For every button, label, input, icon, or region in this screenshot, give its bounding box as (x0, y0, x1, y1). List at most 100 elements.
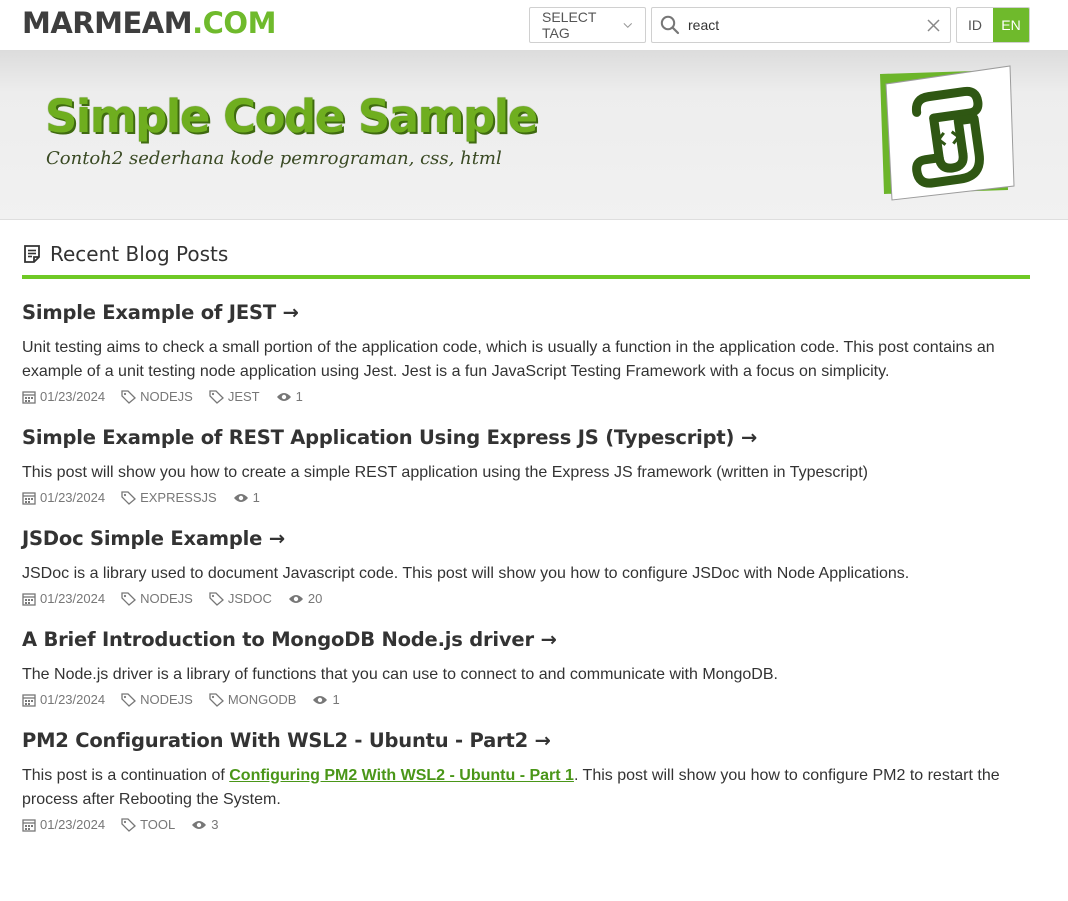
eye-icon (192, 820, 207, 829)
post-date: 01/23/2024 (22, 490, 105, 505)
tag-icon (121, 591, 137, 606)
tag-icon (209, 591, 224, 606)
post-tag-label: NODEJS (140, 591, 193, 606)
calendar-icon (22, 592, 36, 606)
post-tag-label: NODEJS (140, 692, 193, 707)
post-description: This post is a continuation of Configuri… (22, 764, 1030, 812)
tag-icon (209, 692, 224, 707)
post-tag[interactable]: NODEJS (121, 389, 193, 404)
post-views-count: 1 (252, 490, 260, 505)
post-tag[interactable]: NODEJS (121, 591, 193, 606)
tag-icon (121, 389, 137, 404)
post-views: 1 (276, 389, 303, 404)
post-tag[interactable]: JEST (209, 389, 260, 404)
tag-icon (121, 490, 137, 505)
post-date: 01/23/2024 (22, 692, 105, 707)
post-views: 1 (233, 490, 260, 505)
post-title-link[interactable]: Simple Example of REST Application Using… (22, 426, 757, 449)
post-title-link[interactable]: PM2 Configuration With WSL2 - Ubuntu - P… (22, 729, 551, 752)
post-views: 3 (191, 817, 218, 832)
post-date: 01/23/2024 (22, 817, 105, 832)
post-date-text: 01/23/2024 (40, 817, 106, 832)
post-date-text: 01/23/2024 (40, 490, 106, 505)
tag-icon (121, 692, 137, 707)
language-switcher: ID EN (956, 7, 1030, 43)
post-description-text: This post is a continuation of (22, 767, 230, 784)
main-content: Recent Blog Posts Simple Example of JEST… (0, 242, 1068, 832)
post-views: 1 (312, 692, 340, 707)
eye-icon (288, 594, 303, 603)
banner-title: Simple Code Sample (45, 90, 538, 143)
post-views-count: 3 (211, 817, 219, 832)
blog-post: Simple Example of JEST → Unit testing ai… (22, 301, 1030, 404)
logo-main: MARMEAM (22, 6, 193, 40)
eye-icon (233, 493, 248, 502)
top-bar: MARMEAM.COM SELECT TAG ID EN (0, 0, 1068, 50)
select-tag-label: SELECT TAG (542, 9, 597, 41)
calendar-icon (22, 390, 36, 404)
post-tag-label: NODEJS (140, 389, 193, 404)
post-views-count: 20 (307, 591, 323, 606)
post-date-text: 01/23/2024 (40, 389, 106, 404)
post-date: 01/23/2024 (22, 389, 105, 404)
post-description: The Node.js driver is a library of funct… (22, 666, 778, 683)
logo-dot: . (192, 6, 203, 40)
post-date-text: 01/23/2024 (40, 692, 106, 707)
post-description: Unit testing aims to check a small porti… (22, 339, 995, 380)
blog-post: Simple Example of REST Application Using… (22, 426, 1030, 505)
calendar-icon (22, 693, 36, 707)
search-box (651, 7, 951, 43)
post-date: 01/23/2024 (22, 591, 105, 606)
post-title-link[interactable]: JSDoc Simple Example → (22, 527, 285, 550)
code-scroll-logo-icon (880, 65, 1015, 201)
post-meta: 01/23/2024 NODEJS JSDOC 20 (22, 591, 1030, 606)
header-controls: SELECT TAG ID EN (529, 7, 1030, 43)
eye-icon (313, 695, 328, 704)
chevron-down-icon (623, 22, 633, 28)
post-tag[interactable]: JSDOC (209, 591, 272, 606)
post-meta: 01/23/2024 NODEJS MONGODB 1 (22, 692, 1030, 707)
search-icon (660, 15, 680, 35)
blog-post: JSDoc Simple Example → JSDoc is a librar… (22, 527, 1030, 606)
post-meta: 01/23/2024 EXPRESSJS 1 (22, 490, 1030, 505)
section-header: Recent Blog Posts (22, 242, 1030, 279)
post-title-link[interactable]: Simple Example of JEST → (22, 301, 299, 324)
lang-en-button[interactable]: EN (993, 8, 1029, 42)
post-tag[interactable]: NODEJS (121, 692, 193, 707)
post-meta: 01/23/2024 NODEJS JEST 1 (22, 389, 1030, 404)
post-tag-label: TOOL (140, 817, 176, 832)
tag-icon (121, 817, 137, 832)
post-views-count: 1 (332, 692, 340, 707)
post-tag-label: MONGODB (227, 692, 297, 707)
post-tag[interactable]: MONGODB (209, 692, 297, 707)
related-post-link[interactable]: Configuring PM2 With WSL2 - Ubuntu - Par… (229, 767, 574, 784)
section-title: Recent Blog Posts (50, 242, 229, 266)
post-tag-label: JEST (227, 389, 260, 404)
clear-search-icon[interactable] (927, 18, 940, 32)
post-description: This post will show you how to create a … (22, 464, 868, 481)
post-views-count: 1 (295, 389, 303, 404)
post-tag-label: EXPRESSJS (140, 490, 217, 505)
post-date-text: 01/23/2024 (40, 591, 106, 606)
site-logo[interactable]: MARMEAM. COM (22, 6, 276, 40)
eye-icon (276, 392, 291, 401)
logo-tld: COM (202, 6, 277, 40)
post-title-link[interactable]: A Brief Introduction to MongoDB Node.js … (22, 628, 557, 651)
blog-post: PM2 Configuration With WSL2 - Ubuntu - P… (22, 729, 1030, 832)
post-tag[interactable]: EXPRESSJS (121, 490, 217, 505)
calendar-icon (22, 818, 36, 832)
post-description: JSDoc is a library used to document Java… (22, 565, 910, 582)
select-tag-dropdown[interactable]: SELECT TAG (529, 7, 646, 43)
site-banner: Simple Code Sample Contoh2 sederhana kod… (0, 50, 1068, 220)
post-views: 20 (288, 591, 322, 606)
post-tag-label: JSDOC (227, 591, 272, 606)
post-tag[interactable]: TOOL (121, 817, 175, 832)
lang-id-button[interactable]: ID (957, 8, 993, 42)
tag-icon (209, 389, 224, 404)
blog-post-icon (24, 245, 40, 263)
banner-subtitle: Contoh2 sederhana kode pemrograman, css,… (46, 148, 502, 169)
calendar-icon (22, 491, 36, 505)
post-meta: 01/23/2024 TOOL 3 (22, 817, 1030, 832)
search-input[interactable] (686, 16, 927, 34)
blog-post: A Brief Introduction to MongoDB Node.js … (22, 628, 1030, 707)
